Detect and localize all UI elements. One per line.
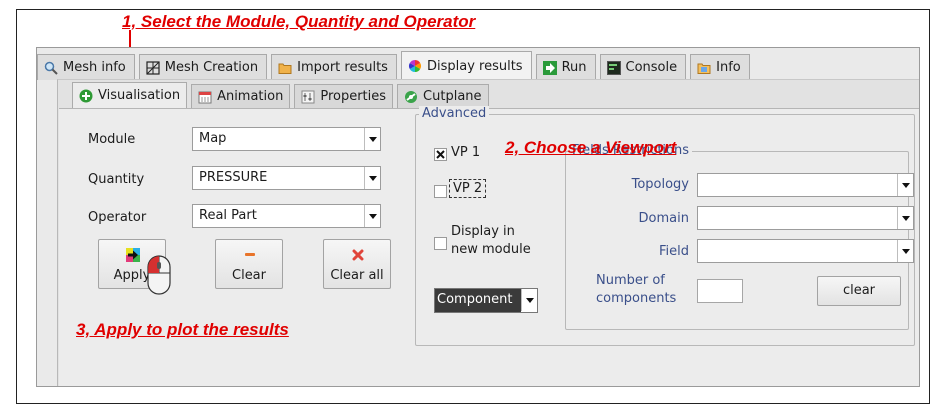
info-folder-icon <box>697 63 711 74</box>
domain-select[interactable] <box>697 206 914 230</box>
green-plus-icon <box>79 89 93 102</box>
subtab-animation[interactable]: Animation <box>191 84 291 108</box>
tab-mesh-info[interactable]: Mesh info <box>37 54 135 80</box>
chevron-down-icon[interactable] <box>897 174 913 196</box>
chevron-down-icon[interactable] <box>897 240 913 262</box>
field-label: Field <box>658 244 689 259</box>
chevron-down-icon[interactable] <box>364 205 380 227</box>
tab-label: Import results <box>297 60 388 75</box>
tab-display-results[interactable]: Display results <box>400 51 532 80</box>
vp1-label: VP 1 <box>451 145 481 160</box>
display-new-module-label-line2: new module <box>451 242 531 257</box>
magnifier-icon <box>44 61 58 75</box>
folder-icon <box>278 63 292 74</box>
apply-icon <box>126 248 140 262</box>
module-label: Module <box>88 132 136 147</box>
minus-icon <box>245 253 255 256</box>
display-new-module-checkbox[interactable] <box>434 237 447 250</box>
console-icon <box>606 60 621 75</box>
topology-select[interactable] <box>697 173 914 197</box>
chevron-down-icon[interactable] <box>364 167 380 189</box>
component-value: Component <box>435 289 521 312</box>
subtab-cutplane[interactable]: Cutplane <box>397 84 489 108</box>
mouse-click-icon <box>147 255 171 295</box>
clear-all-button[interactable]: Clear all <box>323 239 391 289</box>
subtab-label: Cutplane <box>423 89 482 104</box>
operator-value: Real Part <box>199 208 257 223</box>
tab-label: Display results <box>426 58 523 74</box>
color-wheel-icon <box>408 60 421 72</box>
operator-select[interactable]: Real Part <box>192 204 381 228</box>
mesh-grid-icon <box>146 60 160 75</box>
calendar-icon <box>198 91 212 103</box>
tab-label: Run <box>561 60 587 75</box>
display-new-module-label-line1: Display in <box>451 224 515 239</box>
run-arrow-icon <box>542 60 557 75</box>
chevron-down-icon[interactable] <box>364 128 380 150</box>
module-value: Map <box>199 131 227 146</box>
annotation-step-2: 2, Choose a Viewport <box>505 138 677 157</box>
clear-label: Clear <box>232 268 266 283</box>
tab-label: Info <box>716 60 741 75</box>
vp2-checkbox[interactable] <box>434 185 447 198</box>
tab-info[interactable]: Info <box>690 54 750 80</box>
annotation-step-3: 3, Apply to plot the results <box>76 320 289 339</box>
sub-tab-bar: Visualisation Animation Properties Cutpl… <box>72 82 493 108</box>
clear-button[interactable]: Clear <box>215 239 283 289</box>
fields-clear-button[interactable]: clear <box>817 276 901 306</box>
fields-clear-label: clear <box>842 283 876 298</box>
subtab-label: Animation <box>217 89 284 104</box>
cutplane-icon <box>405 90 418 103</box>
operator-label: Operator <box>88 210 147 225</box>
subtab-properties[interactable]: Properties <box>294 84 394 108</box>
tab-console[interactable]: Console <box>599 54 687 80</box>
subtab-label: Visualisation <box>98 88 181 103</box>
num-components-input[interactable] <box>697 279 743 303</box>
num-components-label-line2: components <box>596 291 677 306</box>
num-components-label-line1: Number of <box>596 273 665 288</box>
tab-run[interactable]: Run <box>535 54 596 80</box>
check-x-icon <box>436 150 445 159</box>
subtab-label: Properties <box>320 89 387 104</box>
annotation-step-1: 1, Select the Module, Quantity and Opera… <box>122 12 476 31</box>
subtab-visualisation[interactable]: Visualisation <box>72 82 188 108</box>
module-select[interactable]: Map <box>192 127 381 151</box>
quantity-label: Quantity <box>88 172 145 187</box>
quantity-value: PRESSURE <box>199 170 268 185</box>
clear-all-label: Clear all <box>330 268 384 283</box>
domain-label: Domain <box>638 211 689 226</box>
tab-label: Mesh info <box>63 60 126 75</box>
field-select[interactable] <box>697 239 914 263</box>
vp2-label: VP 2 <box>449 179 487 198</box>
tab-label: Mesh Creation <box>164 60 259 75</box>
visualisation-content: Module Map Quantity PRESSURE Operator Re… <box>59 106 919 386</box>
vp1-checkbox[interactable] <box>434 148 447 161</box>
tab-mesh-creation[interactable]: Mesh Creation <box>138 54 268 80</box>
chevron-down-icon[interactable] <box>521 289 537 311</box>
main-tab-bar: Mesh info Mesh Creation Import results D… <box>37 48 754 80</box>
chevron-down-icon[interactable] <box>897 207 913 229</box>
advanced-title: Advanced <box>419 106 490 121</box>
tab-import-results[interactable]: Import results <box>271 54 397 80</box>
properties-icon <box>301 90 315 103</box>
red-x-icon <box>352 249 364 261</box>
tab-label: Console <box>625 60 678 75</box>
topology-label: Topology <box>631 177 689 192</box>
component-select[interactable]: Component <box>434 288 538 313</box>
quantity-select[interactable]: PRESSURE <box>192 166 381 190</box>
